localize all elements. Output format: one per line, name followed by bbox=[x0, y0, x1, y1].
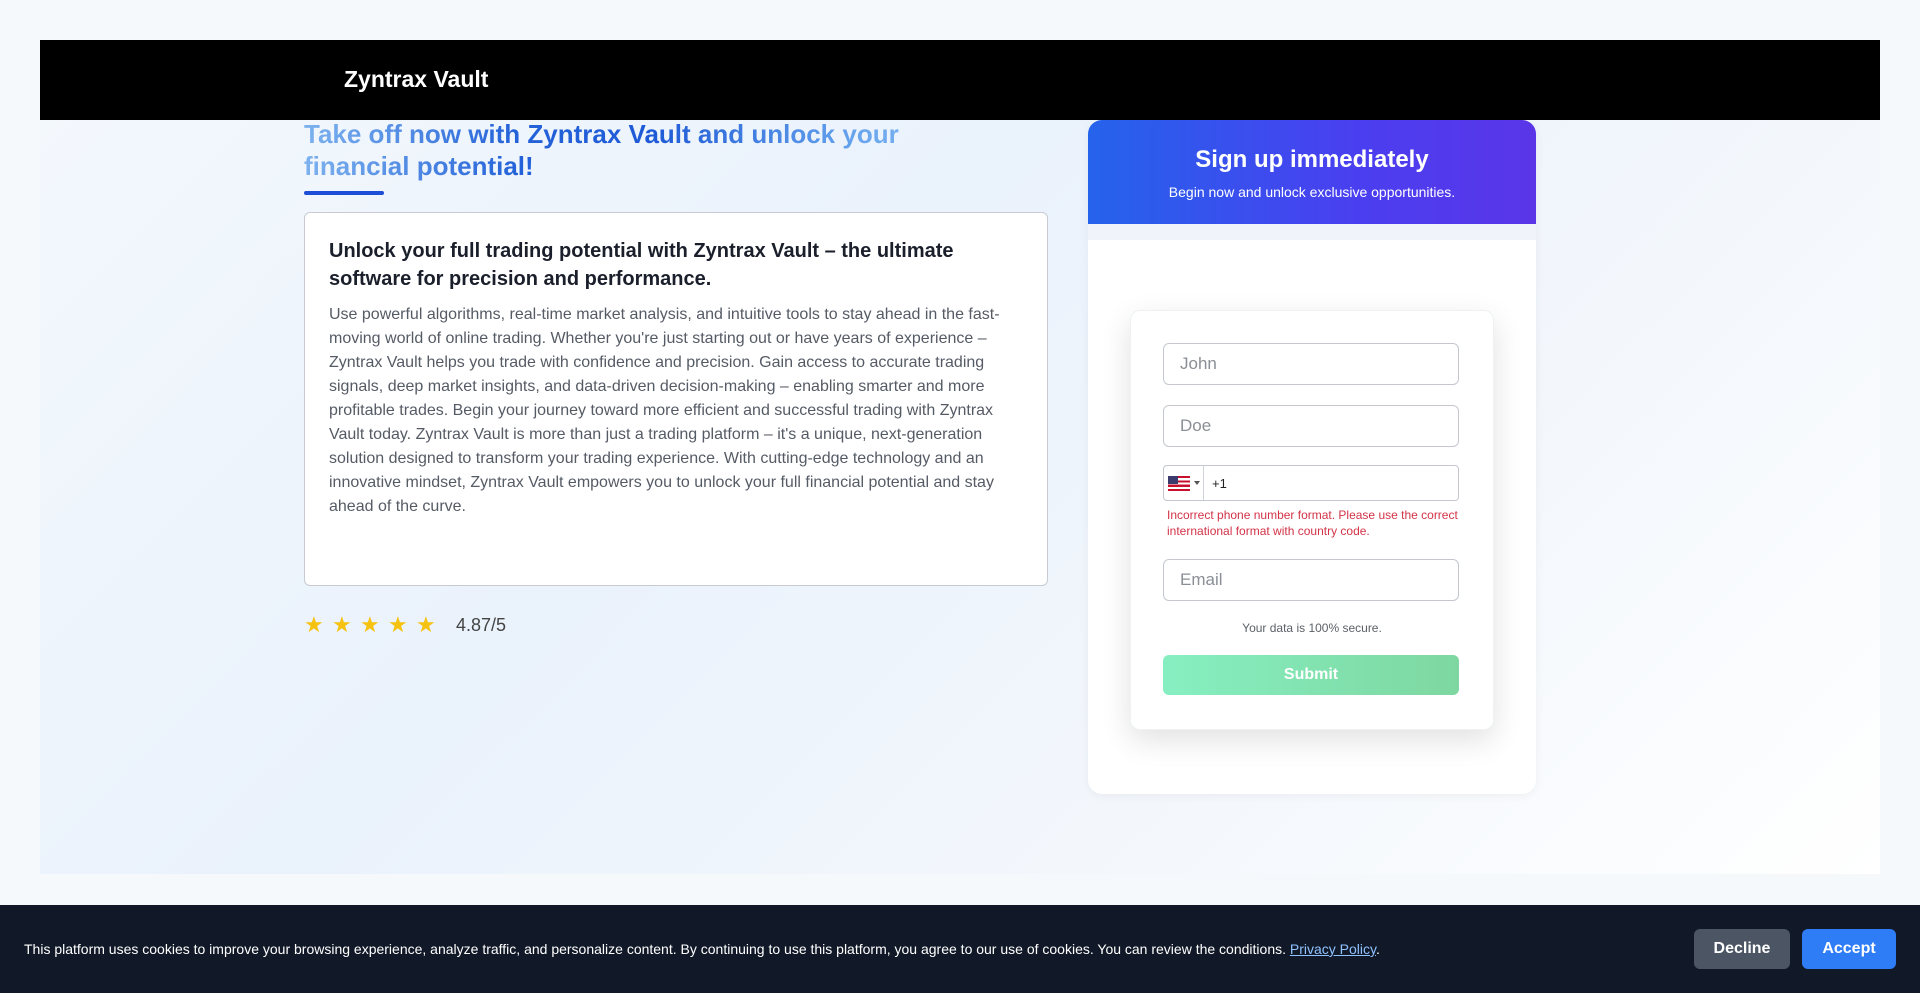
accept-button[interactable]: Accept bbox=[1802, 929, 1896, 969]
info-card-title: Unlock your full trading potential with … bbox=[329, 240, 954, 290]
signup-subtitle: Begin now and unlock exclusive opportuni… bbox=[1168, 184, 1456, 200]
chevron-down-icon bbox=[1193, 481, 1200, 485]
signup-header: Sign up immediately Begin now and unlock… bbox=[1088, 120, 1536, 224]
first-name-input[interactable] bbox=[1163, 343, 1459, 385]
headline-underline bbox=[304, 191, 384, 195]
brand-logo[interactable]: Zyntrax Vault bbox=[344, 66, 488, 93]
cookie-banner: This platform uses cookies to improve yo… bbox=[0, 905, 1920, 993]
star-icon: ★ bbox=[304, 612, 324, 637]
star-icon: ★ bbox=[360, 612, 380, 637]
star-icon: ★ bbox=[416, 612, 436, 637]
cookie-suffix: . bbox=[1375, 941, 1380, 957]
phone-error-message: Incorrect phone number format. Please us… bbox=[1167, 508, 1458, 538]
info-card: Unlock your full trading potential with … bbox=[304, 212, 1048, 586]
cookie-text: This platform uses cookies to improve yo… bbox=[24, 941, 1380, 957]
signup-panel: Sign up immediately Begin now and unlock… bbox=[1088, 120, 1536, 794]
star-icon: ★ bbox=[388, 612, 408, 637]
last-name-input[interactable] bbox=[1163, 405, 1459, 447]
submit-button[interactable]: Submit bbox=[1163, 655, 1459, 695]
cookie-message: This platform uses cookies to improve yo… bbox=[24, 941, 1286, 957]
country-selector[interactable] bbox=[1164, 466, 1204, 500]
us-flag-icon bbox=[1167, 475, 1190, 491]
secure-note: Your data is 100% secure. bbox=[1242, 621, 1382, 635]
hero-headline: Take off now with Zyntrax Vault and unlo… bbox=[304, 118, 1004, 182]
phone-field bbox=[1163, 465, 1459, 501]
signup-divider bbox=[1088, 224, 1536, 240]
info-card-body: Use powerful algorithms, real-time marke… bbox=[329, 306, 1000, 515]
rating-value: 4.87/5 bbox=[456, 614, 507, 635]
phone-input[interactable] bbox=[1204, 466, 1458, 500]
decline-button[interactable]: Decline bbox=[1694, 929, 1790, 969]
top-navbar: Zyntrax Vault bbox=[40, 40, 1880, 120]
star-icon: ★ bbox=[332, 612, 352, 637]
privacy-policy-link[interactable]: Privacy Policy bbox=[1290, 941, 1376, 957]
signup-title: Sign up immediately bbox=[1195, 146, 1429, 173]
email-input[interactable] bbox=[1163, 559, 1459, 601]
signup-form: Incorrect phone number format. Please us… bbox=[1130, 310, 1494, 730]
rating: ★ ★ ★ ★ ★ 4.87/5 bbox=[304, 612, 506, 638]
